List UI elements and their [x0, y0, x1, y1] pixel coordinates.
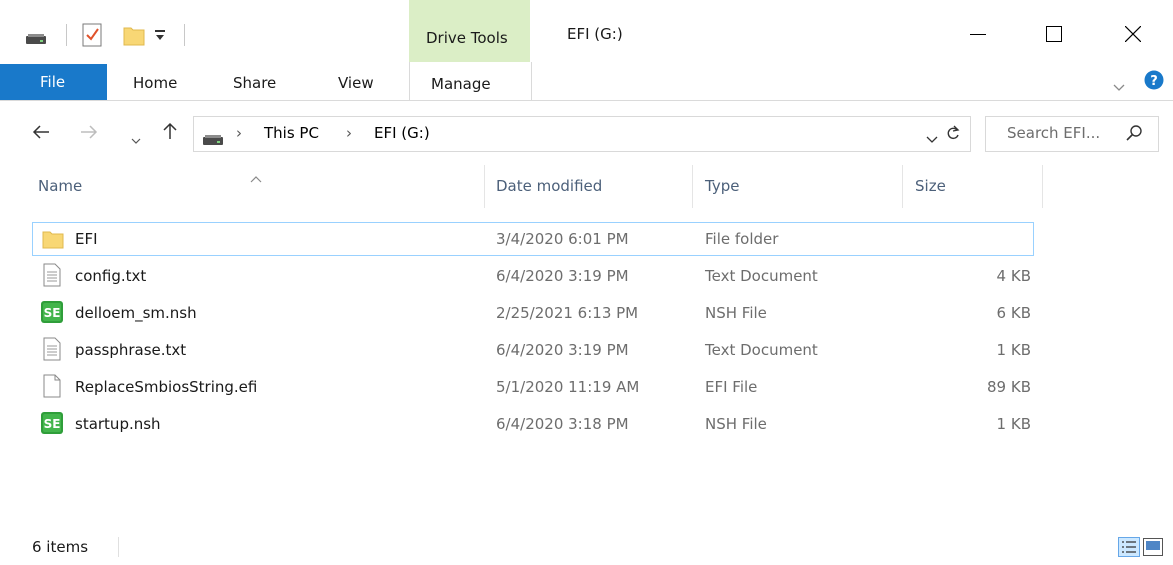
list-item[interactable]: ReplaceSmbiosString.efi 5/1/2020 11:19 A… — [32, 370, 1034, 407]
drive-icon — [203, 131, 223, 149]
blank-file-icon — [43, 374, 61, 402]
svg-text:?: ? — [1150, 74, 1158, 89]
back-arrow-icon[interactable] — [32, 124, 50, 144]
file-size: 4 KB — [996, 267, 1031, 285]
address-dropdown-chevron-icon[interactable] — [926, 130, 938, 148]
column-divider[interactable] — [902, 165, 903, 208]
file-size: 1 KB — [996, 341, 1031, 359]
close-button[interactable] — [1113, 14, 1153, 54]
file-size: 6 KB — [996, 304, 1031, 322]
file-type: Text Document — [705, 341, 818, 359]
column-divider[interactable] — [484, 165, 485, 208]
text-file-icon — [43, 263, 61, 291]
list-item[interactable]: EFI 3/4/2020 6:01 PM File folder — [32, 222, 1034, 259]
column-header-name[interactable]: Name — [38, 177, 82, 195]
list-item[interactable]: SE startup.nsh 6/4/2020 3:18 PM NSH File… — [32, 407, 1034, 444]
file-type: EFI File — [705, 378, 758, 396]
tab-file-label: File — [40, 73, 66, 91]
file-name: delloem_sm.nsh — [75, 304, 197, 322]
column-header-type[interactable]: Type — [705, 177, 739, 195]
breadcrumb-efi-drive[interactable]: EFI (G:) — [374, 124, 430, 142]
drive-tools-label: Drive Tools — [426, 29, 508, 47]
text-file-icon — [43, 337, 61, 365]
tab-file[interactable]: File — [0, 64, 107, 100]
breadcrumb-this-pc[interactable]: This PC — [264, 124, 319, 142]
breadcrumb-chevron-icon[interactable]: › — [236, 124, 242, 142]
search-input[interactable]: Search EFI... — [1007, 124, 1100, 142]
list-item[interactable]: config.txt 6/4/2020 3:19 PM Text Documen… — [32, 259, 1034, 296]
forward-arrow-icon[interactable] — [80, 124, 98, 144]
status-item-count: 6 items — [32, 538, 89, 556]
file-date: 2/25/2021 6:13 PM — [496, 304, 639, 322]
help-icon[interactable]: ? — [1144, 70, 1164, 94]
file-name: passphrase.txt — [75, 341, 187, 359]
maximize-icon — [1046, 26, 1062, 42]
column-header-date-modified[interactable]: Date modified — [496, 177, 602, 195]
file-name: EFI — [75, 230, 98, 248]
file-date: 3/4/2020 6:01 PM — [496, 230, 629, 248]
window-title: EFI (G:) — [567, 25, 623, 43]
file-name: ReplaceSmbiosString.efi — [75, 378, 258, 396]
refresh-icon[interactable] — [946, 125, 960, 145]
file-size: 89 KB — [987, 378, 1031, 396]
up-arrow-icon[interactable] — [162, 122, 178, 144]
search-icon[interactable] — [1126, 125, 1142, 145]
minimize-button[interactable] — [958, 14, 998, 54]
column-divider[interactable] — [692, 165, 693, 208]
breadcrumb-chevron-icon[interactable]: › — [346, 124, 352, 142]
column-divider[interactable] — [1042, 165, 1043, 208]
file-type: NSH File — [705, 415, 767, 433]
file-type: File folder — [705, 230, 779, 248]
svg-text:SE: SE — [44, 417, 61, 431]
ribbon-divider — [0, 100, 1173, 101]
expand-ribbon-icon[interactable] — [1113, 78, 1125, 96]
separator — [184, 24, 185, 46]
separator — [66, 24, 67, 46]
recent-locations-chevron-icon[interactable] — [131, 130, 141, 148]
nsh-file-icon: SE — [40, 300, 64, 328]
tab-manage-label: Manage — [431, 75, 491, 93]
large-icons-view-icon[interactable] — [1143, 538, 1163, 560]
file-date: 6/4/2020 3:19 PM — [496, 341, 629, 359]
column-header-size[interactable]: Size — [915, 177, 946, 195]
drive-icon — [26, 30, 46, 48]
details-view-icon[interactable] — [1118, 537, 1140, 561]
tab-share[interactable]: Share — [233, 74, 276, 92]
file-type: Text Document — [705, 267, 818, 285]
new-folder-icon[interactable] — [123, 24, 145, 50]
file-date: 6/4/2020 3:19 PM — [496, 267, 629, 285]
customize-toolbar-dropdown-icon[interactable] — [154, 28, 166, 46]
minimize-icon — [970, 34, 986, 35]
file-date: 5/1/2020 11:19 AM — [496, 378, 640, 396]
tab-home[interactable]: Home — [133, 74, 177, 92]
folder-icon — [42, 229, 64, 253]
file-type: NSH File — [705, 304, 767, 322]
svg-text:SE: SE — [44, 306, 61, 320]
file-name: startup.nsh — [75, 415, 161, 433]
file-name: config.txt — [75, 267, 147, 285]
status-divider — [118, 537, 119, 557]
close-icon — [1125, 26, 1141, 42]
file-date: 6/4/2020 3:18 PM — [496, 415, 629, 433]
list-item[interactable]: SE delloem_sm.nsh 2/25/2021 6:13 PM NSH … — [32, 296, 1034, 333]
tab-view[interactable]: View — [338, 74, 374, 92]
properties-checkmark-icon[interactable] — [82, 23, 102, 51]
maximize-button[interactable] — [1034, 14, 1074, 54]
sort-ascending-icon — [250, 169, 262, 187]
list-item[interactable]: passphrase.txt 6/4/2020 3:19 PM Text Doc… — [32, 333, 1034, 370]
file-size: 1 KB — [996, 415, 1031, 433]
nsh-file-icon: SE — [40, 411, 64, 439]
